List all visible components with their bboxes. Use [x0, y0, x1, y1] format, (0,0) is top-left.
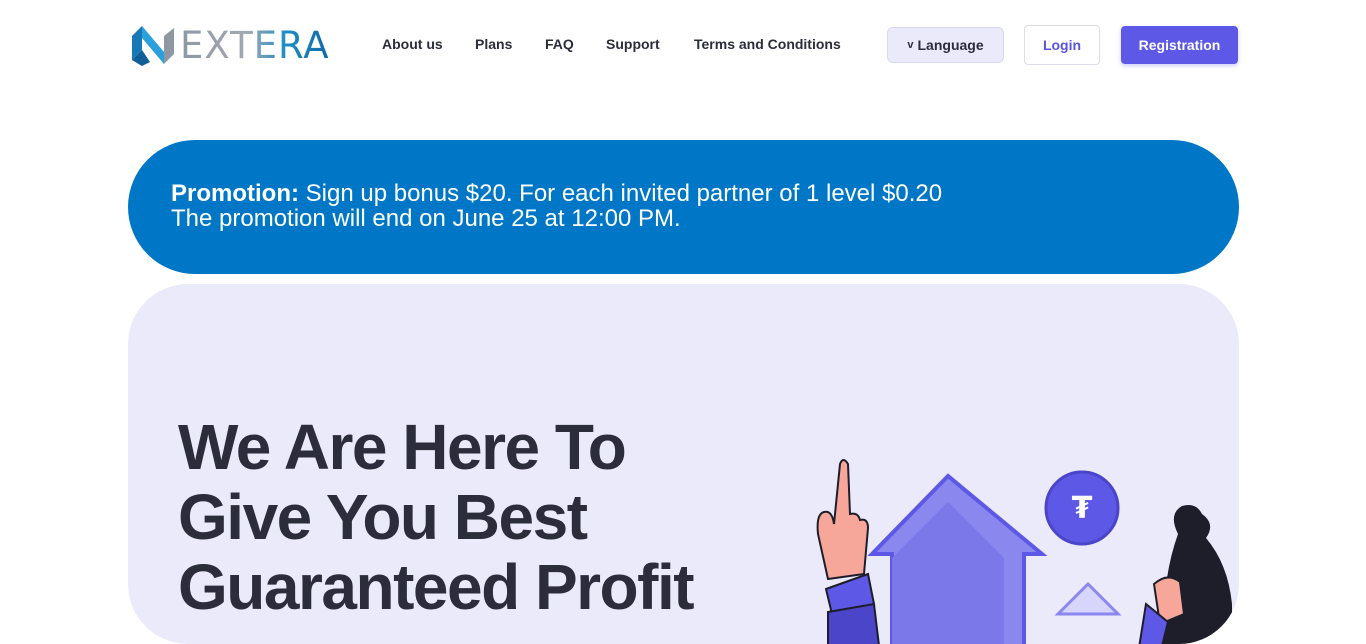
hero-section: We Are Here To Give You Best Guaranteed … [128, 284, 1239, 644]
logo[interactable]: EXTERA [130, 22, 330, 68]
promotion-end-text: The promotion will end on June 25 at 12:… [171, 205, 681, 232]
nav-terms[interactable]: Terms and Conditions [694, 36, 841, 52]
tether-coin-icon: ₮ [1044, 470, 1120, 546]
house-icon [867, 473, 1048, 644]
promotion-label: Promotion: [171, 180, 299, 207]
login-button[interactable]: Login [1024, 25, 1100, 65]
nav-about-us[interactable]: About us [382, 36, 443, 52]
registration-button[interactable]: Registration [1121, 26, 1238, 64]
language-label: Language [917, 37, 984, 53]
logo-text: EXTERA [180, 23, 330, 67]
money-bag-icon [1138, 505, 1232, 644]
hero-illustration: ₮ [816, 459, 1232, 644]
nav-faq[interactable]: FAQ [545, 36, 574, 52]
nav-support[interactable]: Support [606, 36, 660, 52]
hero-title-line: Guaranteed Profit [178, 551, 695, 623]
nav-plans[interactable]: Plans [475, 36, 512, 52]
pointing-hand-icon [816, 459, 880, 644]
promotion-banner: Promotion: Sign up bonus $20. For each i… [128, 140, 1239, 274]
hero-title-line: We Are Here To [178, 411, 627, 483]
extera-logo-icon [132, 26, 174, 66]
promotion-details: Sign up bonus $20. For each invited part… [298, 180, 943, 207]
chevron-down-icon: v [907, 39, 914, 51]
hero-title: We Are Here To Give You Best Guaranteed … [178, 412, 738, 622]
svg-text:₮: ₮ [1072, 491, 1093, 526]
language-button[interactable]: v Language [887, 27, 1004, 63]
promotion-text: Promotion: Sign up bonus $20. For each i… [171, 181, 942, 207]
hero-title-line: Give You Best [178, 481, 588, 553]
